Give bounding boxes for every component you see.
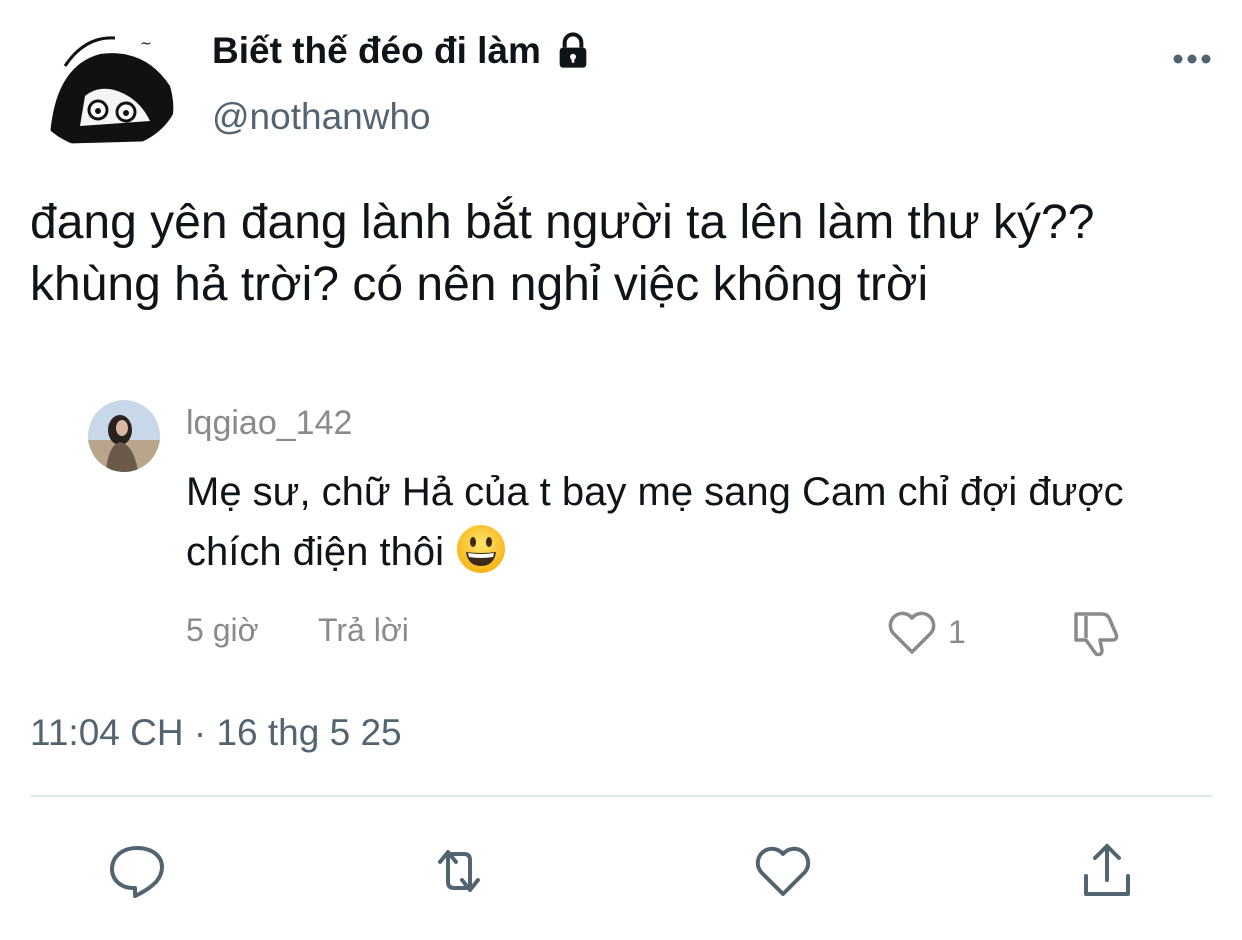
user-photo-icon [88,400,160,472]
retweet-button[interactable] [426,838,492,904]
divider [30,795,1212,797]
comment-time: 5 giờ [186,612,259,648]
author-avatar[interactable]: ~ [30,26,180,150]
reply-button[interactable] [104,838,170,904]
comment-like-count: 1 [948,613,966,650]
svg-text:~: ~ [140,36,152,52]
display-name[interactable]: Biết thế đéo đi làm [212,30,593,72]
share-icon [1084,844,1130,896]
more-icon[interactable] [1170,44,1214,74]
like-button[interactable] [750,838,816,904]
comment-text-body: Mẹ sư, chữ Hả của t bay mẹ sang Cam chỉ … [186,470,1124,574]
tweet-text: đang yên đang lành bắt người ta lên làm … [30,196,1095,311]
share-button[interactable] [1074,838,1140,904]
tweet-timestamp[interactable]: 11:04 CH · 16 thg 5 25 [30,712,402,754]
display-name-text: Biết thế đéo đi làm [212,30,541,71]
retweet-icon [438,850,480,892]
comment-username[interactable]: lqgiao_142 [186,404,352,443]
heart-icon [755,846,811,896]
comment-text: Mẹ sư, chữ Hả của t bay mẹ sang Cam chỉ … [186,462,1146,582]
cartoon-avatar-icon: ~ [30,26,180,150]
author-handle[interactable]: @nothanwho [212,96,431,138]
heart-outline-icon [888,611,936,654]
reply-icon [110,846,164,898]
comment-like-button[interactable]: 1 [886,608,966,656]
lock-icon [559,32,587,68]
comment-reply-button[interactable]: Trả lời [318,612,409,649]
grinning-face-emoji-icon [457,525,506,573]
comment-avatar[interactable] [88,400,160,472]
thumbs-down-icon[interactable] [1066,606,1122,662]
